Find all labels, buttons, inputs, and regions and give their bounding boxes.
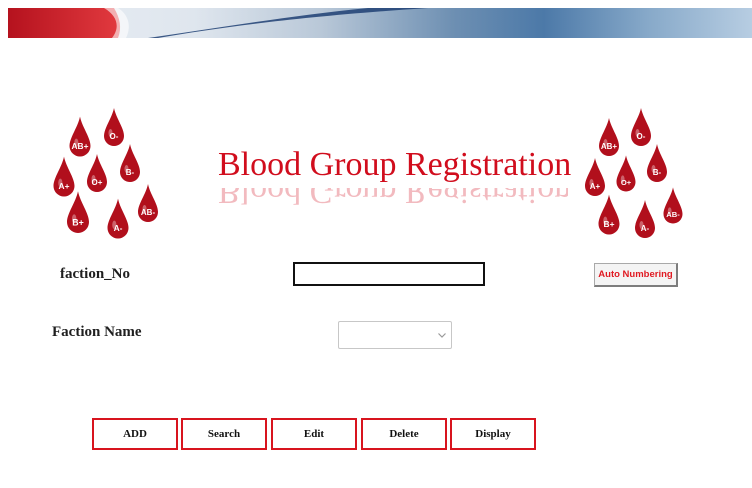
header-banner [8,8,752,38]
blood-type-label: B- [653,168,662,177]
page-title: Blood Group Registration [218,146,572,183]
blood-drop-icon: AB+ [599,118,619,156]
faction-no-input[interactable] [293,262,485,286]
blood-drop-icon: A+ [585,158,605,196]
blood-type-label: O- [110,132,119,141]
blood-type-label: B+ [72,217,84,227]
blood-type-label: B+ [604,219,615,229]
auto-numbering-button[interactable]: Auto Numbering [594,263,678,287]
blood-type-label: AB- [666,210,680,219]
blood-type-label: A- [114,223,123,233]
blood-type-label: AB- [141,208,156,217]
blood-drop-icon: AB- [663,187,683,224]
blood-type-label: A+ [59,181,70,191]
faction-name-select[interactable] [338,321,452,349]
blood-drops-icon-left: AB+ O- A+ O+ B- B+ A- AB- [53,108,158,239]
banner-swoosh-graphic [8,8,428,38]
blood-drop-icon: B- [647,144,667,182]
display-button[interactable]: Display [450,418,536,450]
blood-type-label: A+ [590,182,601,191]
blood-drop-icon: O+ [616,155,636,192]
search-button[interactable]: Search [181,418,267,450]
blood-type-label: AB+ [72,141,89,151]
blood-type-label: AB+ [601,142,618,151]
page-title-reflection: Blood Group Registration [218,188,568,206]
blood-type-label: A- [641,224,650,233]
title-block: Blood Group Registration Blood Group Reg… [218,146,572,224]
blood-type-label: O+ [92,178,103,187]
add-button[interactable]: ADD [92,418,178,450]
blood-drop-icon: AB+ [69,116,91,157]
blood-type-label: B- [126,168,135,177]
blood-drop-icon: B- [120,144,140,182]
blood-drop-icon: A+ [53,156,75,197]
blood-drop-icon: O+ [87,154,107,192]
blood-drop-icon: A- [107,198,129,239]
blood-drop-icon: B+ [598,194,620,235]
blood-drop-icon: O- [631,108,651,146]
chevron-down-icon[interactable] [437,330,447,340]
blood-drop-icon: O- [104,108,124,146]
blood-type-label: O+ [621,178,632,187]
edit-button[interactable]: Edit [271,418,357,450]
blood-drop-icon: AB- [138,184,158,222]
delete-button[interactable]: Delete [361,418,447,450]
blood-drops-icon-right: AB+ O- A+ O+ B- B+ A- AB- [585,108,683,238]
blood-type-label: O- [637,132,646,141]
faction-name-label: Faction Name [52,324,142,340]
blood-drop-icon: B+ [67,191,89,233]
faction-no-label: faction_No [60,266,130,282]
blood-drop-icon: A- [635,200,655,238]
